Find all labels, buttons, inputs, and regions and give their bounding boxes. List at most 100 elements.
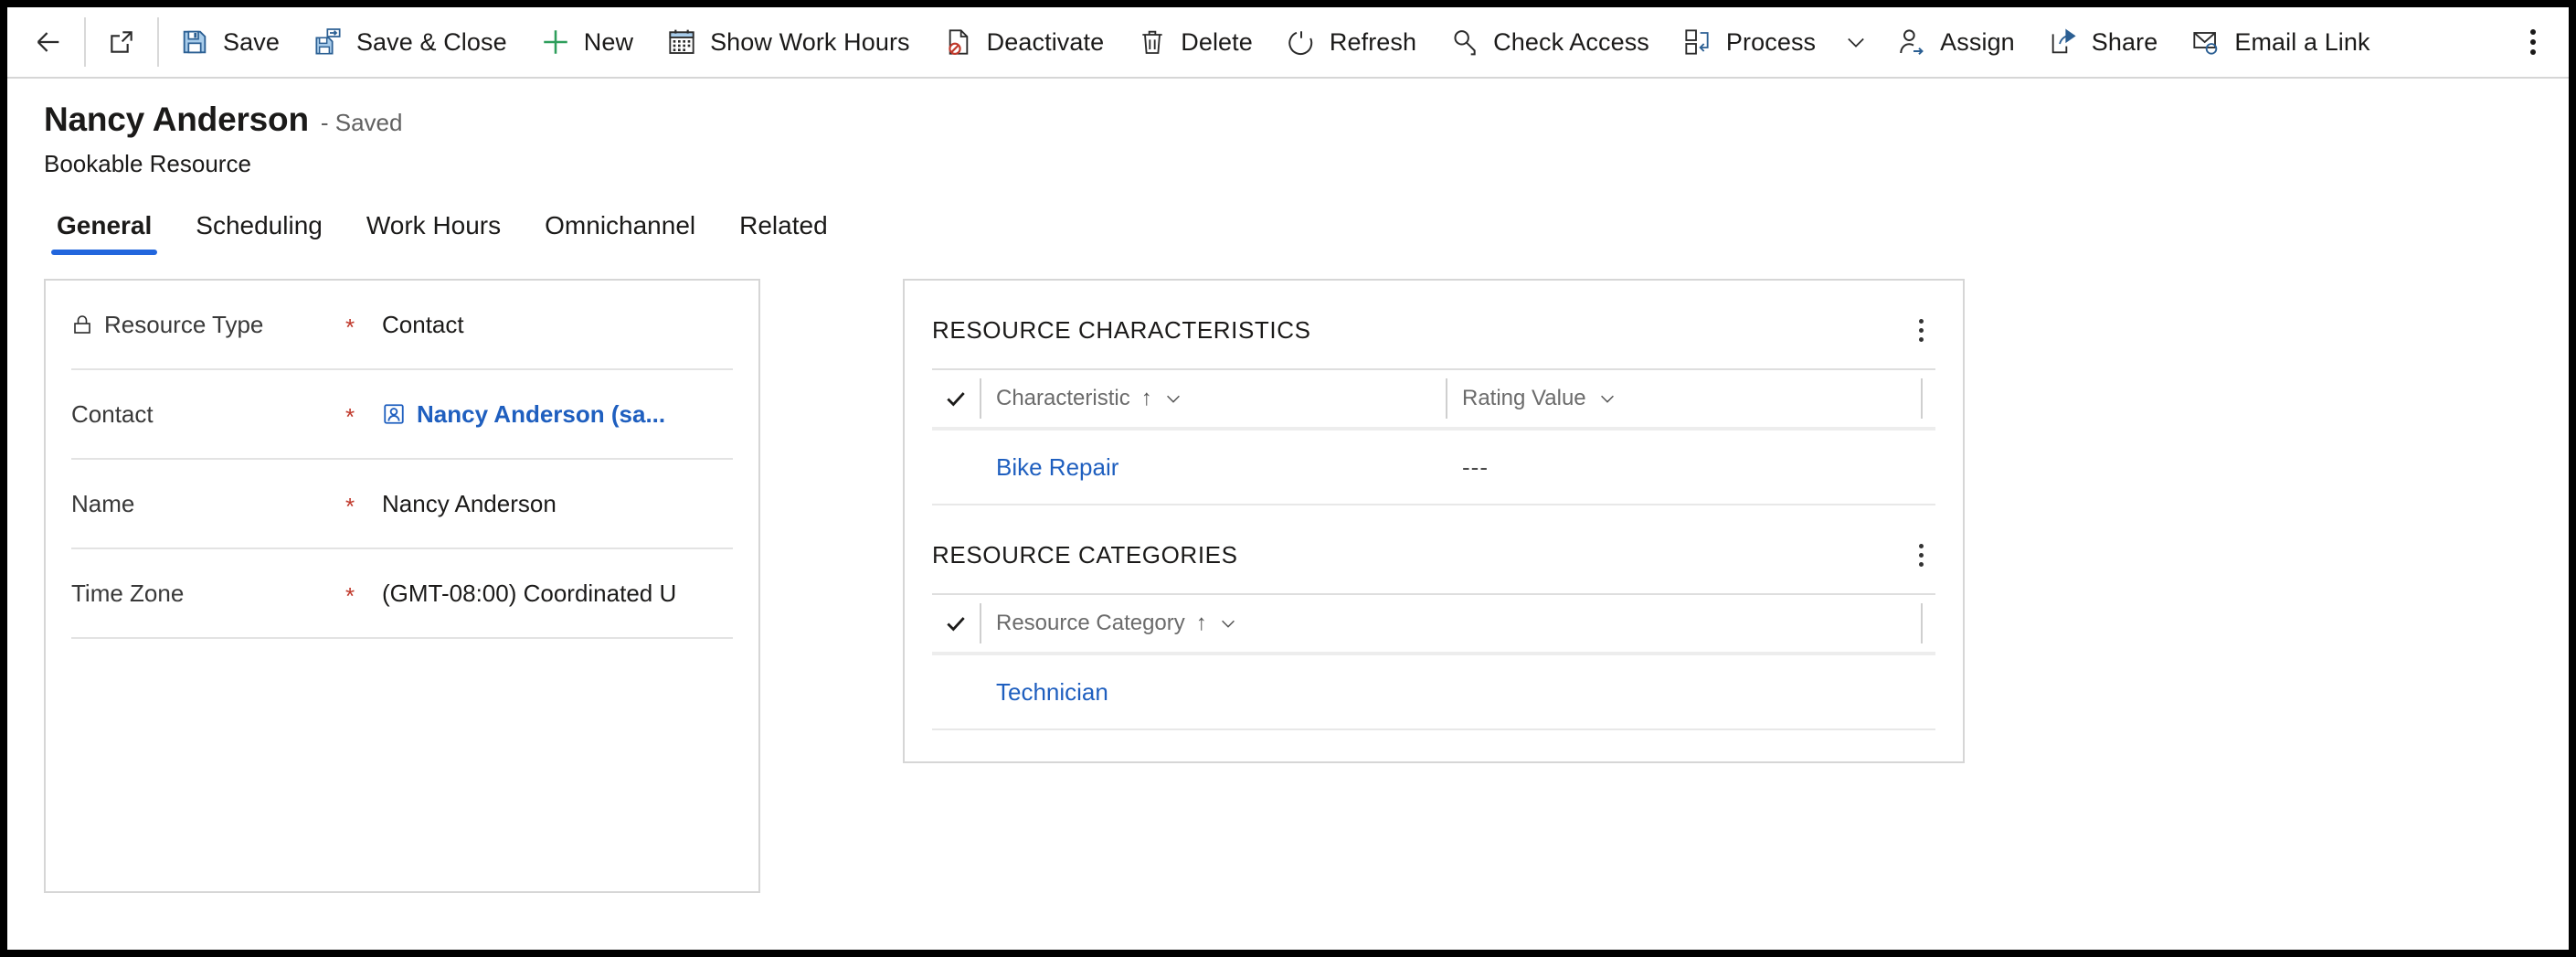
- resource-characteristics-grid: Characteristic ↑ Rating Value Bike Repai…: [932, 368, 1935, 505]
- table-row[interactable]: Technician: [932, 655, 1935, 730]
- tab-omnichannel[interactable]: Omnichannel: [528, 211, 712, 255]
- save-label: Save: [223, 27, 280, 56]
- field-resource-type-label: Resource Type: [104, 310, 264, 338]
- more-commands-button[interactable]: [2507, 7, 2560, 78]
- tab-related[interactable]: Related: [723, 211, 844, 255]
- email-a-link-button[interactable]: Email a Link: [2174, 7, 2386, 78]
- refresh-label: Refresh: [1329, 27, 1417, 56]
- resource-characteristics-more-button[interactable]: [1903, 312, 1939, 348]
- column-header-characteristic[interactable]: Characteristic ↑: [980, 378, 1446, 419]
- save-and-close-button[interactable]: Save & Close: [296, 7, 524, 78]
- field-resource-type-label-wrap: Resource Type: [71, 311, 345, 339]
- field-name-value[interactable]: Nancy Anderson: [382, 490, 733, 518]
- app-window: Save Save & Close New Show Work Hours De…: [7, 7, 2569, 950]
- resource-characteristics-title: RESOURCE CHARACTERISTICS: [932, 315, 1311, 344]
- general-form-card: Resource Type * Contact Contact * Nancy …: [44, 279, 760, 893]
- email-a-link-label: Email a Link: [2234, 27, 2370, 56]
- field-contact-required: *: [345, 402, 355, 431]
- command-bar: Save Save & Close New Show Work Hours De…: [7, 7, 2569, 79]
- refresh-button[interactable]: Refresh: [1269, 7, 1433, 78]
- new-label: New: [583, 27, 634, 56]
- process-label: Process: [1725, 27, 1817, 56]
- back-arrow-icon: [33, 27, 64, 58]
- cell-resource-category[interactable]: Technician: [980, 678, 1446, 707]
- new-plus-icon: [540, 27, 571, 58]
- share-label: Share: [2091, 27, 2158, 56]
- email-a-link-icon: [2190, 27, 2221, 58]
- field-time-zone-value[interactable]: (GMT-08:00) Coordinated U: [382, 580, 733, 608]
- assign-label: Assign: [1940, 27, 2015, 56]
- field-name-required: *: [345, 492, 355, 520]
- contact-lookup-icon: [382, 402, 406, 426]
- refresh-icon: [1286, 27, 1317, 58]
- field-time-zone-required: *: [345, 581, 355, 610]
- assign-button[interactable]: Assign: [1880, 7, 2031, 78]
- field-name[interactable]: Name * Nancy Anderson: [71, 460, 733, 549]
- side-panel: RESOURCE CHARACTERISTICS Characteristic: [903, 279, 1965, 763]
- resource-categories-grid-header: Resource Category ↑: [932, 595, 1935, 655]
- back-button[interactable]: [16, 7, 80, 78]
- save-and-close-icon: [313, 27, 344, 58]
- delete-trash-icon: [1137, 27, 1168, 58]
- process-button[interactable]: Process: [1666, 7, 1832, 78]
- show-work-hours-label: Show Work Hours: [710, 27, 910, 56]
- field-contact-value-wrap[interactable]: Nancy Anderson (sa...: [382, 400, 733, 429]
- sort-ascending-icon: ↑: [1195, 611, 1207, 635]
- entity-subtitle: Bookable Resource: [44, 150, 251, 177]
- tab-related-label: Related: [739, 211, 828, 239]
- popout-window-button[interactable]: [90, 7, 154, 78]
- field-resource-type-value[interactable]: Contact: [382, 311, 733, 339]
- field-time-zone[interactable]: Time Zone * (GMT-08:00) Coordinated U: [71, 549, 733, 639]
- column-header-empty: [1446, 603, 1921, 643]
- calendar-icon: [666, 27, 697, 58]
- resource-categories-header: RESOURCE CATEGORIES: [905, 505, 1963, 573]
- resource-categories-more-button[interactable]: [1903, 537, 1939, 573]
- check-access-label: Check Access: [1493, 27, 1649, 56]
- cell-rating-value: ---: [1462, 452, 1489, 481]
- chevron-down-icon[interactable]: [1218, 613, 1238, 633]
- select-all-checkmark-icon[interactable]: [932, 611, 980, 635]
- show-work-hours-button[interactable]: Show Work Hours: [650, 7, 927, 78]
- page-title: Nancy Anderson: [44, 101, 309, 138]
- field-resource-type[interactable]: Resource Type * Contact: [71, 281, 733, 370]
- column-header-end-divider: [1921, 378, 1930, 419]
- tab-general[interactable]: General: [40, 211, 168, 255]
- title-row: Nancy Anderson - Saved: [44, 101, 2569, 139]
- save-button[interactable]: Save: [163, 7, 296, 78]
- more-dot-2: [1918, 552, 1924, 558]
- table-row[interactable]: Bike Repair ---: [932, 431, 1935, 505]
- select-all-checkmark-icon[interactable]: [932, 387, 980, 410]
- more-dot-1: [2530, 29, 2536, 35]
- chevron-down-icon[interactable]: [1163, 388, 1183, 409]
- delete-label: Delete: [1181, 27, 1253, 56]
- column-header-rating-value[interactable]: Rating Value: [1446, 378, 1921, 419]
- column-header-end-divider: [1921, 603, 1930, 643]
- cell-characteristic[interactable]: Bike Repair: [980, 453, 1446, 482]
- chevron-down-icon[interactable]: [1597, 388, 1617, 409]
- share-button[interactable]: Share: [2031, 7, 2175, 78]
- tab-scheduling-label: Scheduling: [196, 211, 323, 239]
- column-header-resource-category-label: Resource Category: [996, 611, 1185, 635]
- status-badge: - Saved: [320, 109, 403, 136]
- more-dot-1: [1918, 318, 1924, 324]
- tab-scheduling[interactable]: Scheduling: [179, 211, 339, 255]
- field-contact[interactable]: Contact * Nancy Anderson (sa...: [71, 370, 733, 460]
- resource-categories-grid: Resource Category ↑ Technician: [932, 593, 1935, 730]
- column-header-rating-value-label: Rating Value: [1462, 386, 1586, 410]
- popout-window-icon: [106, 27, 137, 58]
- check-access-button[interactable]: Check Access: [1433, 7, 1666, 78]
- process-chevron-down-icon[interactable]: [1832, 7, 1880, 78]
- tab-work-hours[interactable]: Work Hours: [350, 211, 517, 255]
- field-time-zone-label-wrap: Time Zone: [71, 580, 345, 608]
- toolbar-divider-2: [157, 17, 159, 67]
- form-tabs: General Scheduling Work Hours Omnichanne…: [7, 211, 2569, 255]
- column-header-characteristic-label: Characteristic: [996, 386, 1130, 410]
- deactivate-button[interactable]: Deactivate: [927, 7, 1121, 78]
- more-dot-2: [2530, 39, 2536, 45]
- tab-omnichannel-label: Omnichannel: [545, 211, 696, 239]
- delete-button[interactable]: Delete: [1120, 7, 1269, 78]
- column-header-resource-category[interactable]: Resource Category ↑: [980, 603, 1446, 643]
- new-button[interactable]: New: [524, 7, 650, 78]
- share-icon: [2048, 27, 2079, 58]
- field-resource-type-required: *: [345, 313, 355, 341]
